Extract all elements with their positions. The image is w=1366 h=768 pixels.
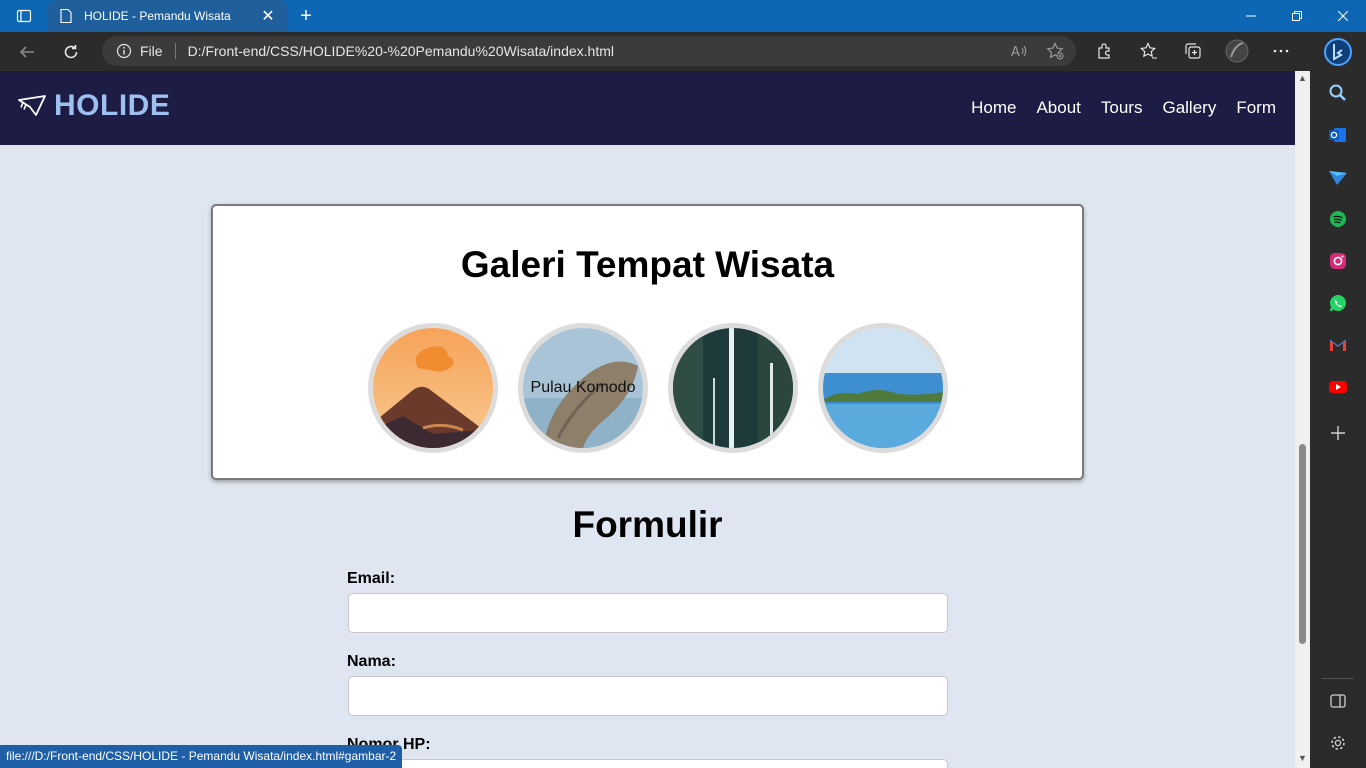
page-viewport: HOLIDE Home About Tours Gallery Form Gal… xyxy=(0,71,1295,768)
site-header: HOLIDE Home About Tours Gallery Form xyxy=(0,71,1295,145)
name-label: Nama: xyxy=(347,653,396,670)
bing-copilot-icon[interactable] xyxy=(1310,32,1366,71)
browser-titlebar: HOLIDE - Pemandu Wisata ✕ + xyxy=(0,0,1366,32)
sidebar-divider xyxy=(1322,678,1354,679)
nav-tours[interactable]: Tours xyxy=(1101,98,1143,118)
info-icon xyxy=(116,43,132,59)
nav-home[interactable]: Home xyxy=(971,98,1016,118)
scroll-up-icon[interactable]: ▲ xyxy=(1298,74,1307,83)
browser-toolbar: File D:/Front-end/CSS/HOLIDE%20-%20Peman… xyxy=(0,32,1310,71)
back-icon[interactable] xyxy=(10,37,44,67)
youtube-icon[interactable] xyxy=(1326,375,1350,399)
gallery-item-beach[interactable] xyxy=(818,323,948,453)
window-controls xyxy=(1228,0,1366,32)
gallery-caption xyxy=(373,328,493,448)
profile-avatar[interactable] xyxy=(1222,36,1252,66)
phone-field[interactable] xyxy=(348,759,948,768)
address-bar-actions: A xyxy=(1008,40,1066,62)
gallery-row: Pulau Komodo xyxy=(368,323,948,453)
gmail-icon[interactable] xyxy=(1326,333,1350,357)
svg-text:A: A xyxy=(1011,45,1020,60)
read-aloud-icon[interactable]: A xyxy=(1008,40,1030,62)
gallery-item-waterfall[interactable] xyxy=(668,323,798,453)
nav-about[interactable]: About xyxy=(1036,98,1080,118)
nav-gallery[interactable]: Gallery xyxy=(1162,98,1216,118)
site-logo[interactable]: HOLIDE xyxy=(18,89,170,123)
minimize-icon[interactable] xyxy=(1228,0,1274,32)
link-status-bar: file:///D:/Front-end/CSS/HOLIDE - Pemand… xyxy=(0,745,403,768)
spotify-icon[interactable] xyxy=(1326,207,1350,231)
scroll-down-icon[interactable]: ▼ xyxy=(1298,754,1307,763)
gallery-card: Galeri Tempat Wisata Pulau Komodo xyxy=(211,204,1084,480)
add-favorite-icon[interactable] xyxy=(1044,40,1066,62)
gallery-caption xyxy=(673,328,793,448)
page-icon xyxy=(58,8,74,24)
page-scrollbar[interactable]: ▲ ▼ xyxy=(1295,71,1310,768)
whatsapp-icon[interactable] xyxy=(1326,291,1350,315)
divider xyxy=(174,43,176,59)
browser-tab[interactable]: HOLIDE - Pemandu Wisata ✕ xyxy=(48,0,288,32)
refresh-icon[interactable] xyxy=(54,37,88,67)
hide-sidebar-icon[interactable] xyxy=(1326,689,1350,713)
extensions-icon[interactable] xyxy=(1090,36,1120,66)
new-tab-button[interactable]: + xyxy=(294,4,318,28)
email-label: Email: xyxy=(347,570,396,587)
instagram-icon[interactable] xyxy=(1326,249,1350,273)
favorites-icon[interactable] xyxy=(1134,36,1164,66)
main-nav: Home About Tours Gallery Form xyxy=(971,98,1276,118)
scroll-thumb[interactable] xyxy=(1299,444,1306,644)
paper-plane-icon xyxy=(18,95,46,116)
site-info-button[interactable]: File xyxy=(116,43,163,59)
more-options-icon[interactable] xyxy=(1266,36,1296,66)
gallery-item-volcano[interactable] xyxy=(368,323,498,453)
outlook-icon[interactable] xyxy=(1326,123,1350,147)
gallery-caption: Pulau Komodo xyxy=(530,379,636,396)
url-text[interactable]: D:/Front-end/CSS/HOLIDE%20-%20Pemandu%20… xyxy=(188,43,614,59)
address-bar[interactable]: File D:/Front-end/CSS/HOLIDE%20-%20Peman… xyxy=(102,36,1076,66)
collections-icon[interactable] xyxy=(1178,36,1208,66)
search-icon[interactable] xyxy=(1326,81,1350,105)
file-label: File xyxy=(140,43,163,59)
tab-actions-icon[interactable] xyxy=(8,4,40,28)
gallery-title: Galeri Tempat Wisata xyxy=(460,244,835,285)
email-field[interactable] xyxy=(348,593,948,633)
name-field[interactable] xyxy=(348,676,948,716)
nav-form[interactable]: Form xyxy=(1236,98,1276,118)
restore-icon[interactable] xyxy=(1274,0,1320,32)
logo-text: HOLIDE xyxy=(54,89,171,122)
add-sidebar-app-icon[interactable] xyxy=(1326,421,1350,445)
settings-gear-icon[interactable] xyxy=(1326,731,1350,755)
close-window-icon[interactable] xyxy=(1320,0,1366,32)
tab-title: HOLIDE - Pemandu Wisata xyxy=(84,9,231,23)
gallery-caption xyxy=(823,328,943,448)
toolbar-right xyxy=(1090,36,1296,66)
gallery-item-komodo[interactable]: Pulau Komodo xyxy=(518,323,648,453)
form-title: Formulir xyxy=(572,504,723,545)
send-icon[interactable] xyxy=(1326,165,1350,189)
tab-close-icon[interactable]: ✕ xyxy=(258,6,278,26)
